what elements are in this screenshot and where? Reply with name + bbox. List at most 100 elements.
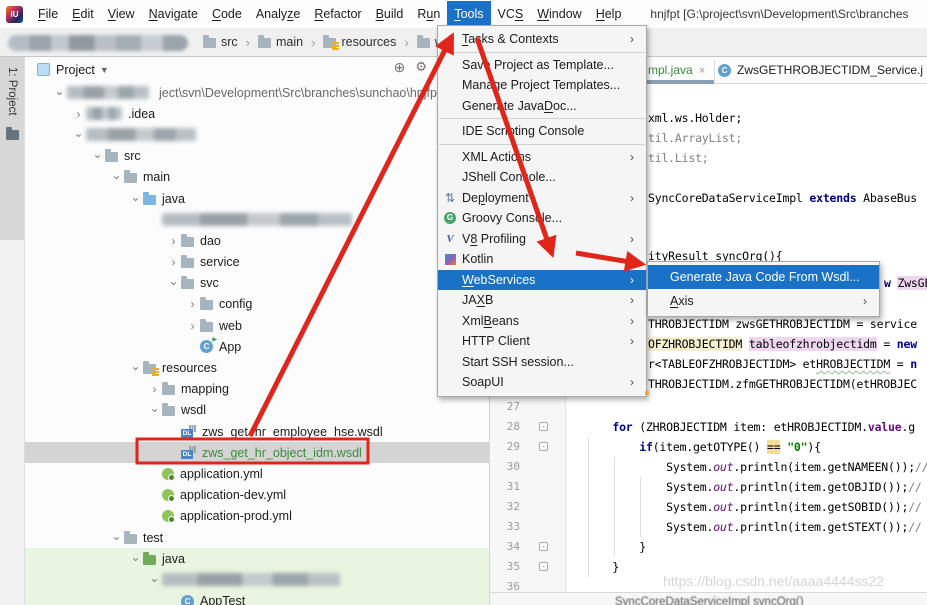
code-line: til.ArrayList; <box>648 128 917 148</box>
tree-item-main[interactable]: ⌄main <box>25 167 489 188</box>
menu-item-xmlbeans[interactable]: XmlBeans› <box>438 311 646 332</box>
tree-item-application.yml[interactable]: application.yml <box>25 463 489 484</box>
menu-item-v8-profiling[interactable]: VV8 Profiling› <box>438 229 646 250</box>
chevron-expanded-icon[interactable]: ⌄ <box>128 550 143 564</box>
submenu-item-generate-java-code-from-wsdl[interactable]: Generate Java Code From Wsdl... <box>648 265 879 289</box>
menubar-item-navigate[interactable]: Navigate <box>142 1 205 27</box>
menubar-item-build[interactable]: Build <box>369 1 411 27</box>
project-panel-title[interactable]: Project <box>56 63 95 77</box>
tree-item-zws_get_hr_object_idm.wsdl[interactable]: zws_get_hr_object_idm.wsdl <box>25 442 489 463</box>
tree-item-java[interactable]: ⌄java <box>25 188 489 209</box>
chevron-collapsed-icon[interactable]: › <box>71 107 86 121</box>
tree-item-zws_get_hr_employee_hse.wsdl[interactable]: zws_get_hr_employee_hse.wsdl <box>25 421 489 442</box>
menu-item-tasks-contexts[interactable]: Tasks & Contexts› <box>438 29 646 50</box>
tree-item-redacted[interactable]: ⌄ject\svn\Development\Src\branches\sunch… <box>25 82 489 103</box>
menu-item-webservices[interactable]: WebServices› <box>438 270 646 291</box>
menubar-item-vcs[interactable]: VCS <box>491 1 531 27</box>
tree-item-web[interactable]: ›web <box>25 315 489 336</box>
code-line-33: 33 System.out.println(item.getSTEXT());/… <box>490 517 927 537</box>
menu-item-jaxb[interactable]: JAXB› <box>438 290 646 311</box>
tree-item-dao[interactable]: ›dao <box>25 230 489 251</box>
editor-breadcrumb[interactable]: SyncCoreDataServiceImpl syncOrg() <box>615 596 804 605</box>
chevron-expanded-icon[interactable]: ⌄ <box>147 401 162 415</box>
tree-item-redacted[interactable] <box>25 209 489 230</box>
code-fold-icon[interactable]: - <box>539 562 548 571</box>
menu-item-save-project-as-template[interactable]: Save Project as Template... <box>438 55 646 76</box>
tree-item-service[interactable]: ›service <box>25 252 489 273</box>
chevron-expanded-icon[interactable]: ⌄ <box>128 359 143 373</box>
menubar-item-refactor[interactable]: Refactor <box>307 1 368 27</box>
breadcrumb-resources[interactable]: resources <box>323 35 396 49</box>
tree-item-redacted[interactable]: ⌄ <box>25 569 489 590</box>
tree-item-application-prod.yml[interactable]: application-prod.yml <box>25 506 489 527</box>
tree-item-label: AppTest <box>200 594 245 605</box>
tree-item-application-dev.yml[interactable]: application-dev.yml <box>25 485 489 506</box>
tree-item-mapping[interactable]: ›mapping <box>25 379 489 400</box>
menu-item-groovy-console[interactable]: Groovy Console... <box>438 208 646 229</box>
tree-item-.idea[interactable]: ›.idea <box>25 103 489 124</box>
menubar-item-window[interactable]: Window <box>530 1 588 27</box>
breadcrumb-main[interactable]: main <box>258 35 303 49</box>
chevron-collapsed-icon[interactable]: › <box>166 234 181 248</box>
menu-item-soapui[interactable]: SoapUI› <box>438 372 646 393</box>
tree-item-test[interactable]: ⌄test <box>25 527 489 548</box>
editor-tab-active[interactable]: mpl.java× <box>648 63 705 77</box>
code-fold-icon[interactable]: - <box>539 422 548 431</box>
code-fold-icon[interactable]: - <box>539 442 548 451</box>
chevron-expanded-icon[interactable]: ⌄ <box>52 84 67 98</box>
locate-icon[interactable]: ⊕ <box>394 59 406 76</box>
menu-item-jshell-console[interactable]: JShell Console... <box>438 167 646 188</box>
submenu-item-axis[interactable]: Axis› <box>648 289 879 313</box>
chevron-down-icon[interactable]: ▼ <box>100 65 109 75</box>
menu-item-xml-actions[interactable]: XML Actions› <box>438 147 646 168</box>
chevron-collapsed-icon[interactable]: › <box>166 255 181 269</box>
chevron-expanded-icon[interactable]: ⌄ <box>128 190 143 204</box>
editor-tab-inactive[interactable]: ZwsGETHROBJECTIDM_Service.j <box>737 63 923 77</box>
tree-item-label: zws_get_hr_employee_hse.wsdl <box>202 425 383 439</box>
tree-item-resources[interactable]: ⌄resources <box>25 357 489 378</box>
chevron-collapsed-icon[interactable]: › <box>185 297 200 311</box>
chevron-expanded-icon[interactable]: ⌄ <box>71 126 86 140</box>
menu-item-manage-project-templates[interactable]: Manage Project Templates... <box>438 75 646 96</box>
project-tool-window-button[interactable]: 1: Project <box>0 57 24 240</box>
menu-item-ide-scripting-console[interactable]: IDE Scripting Console <box>438 121 646 142</box>
chevron-expanded-icon[interactable]: ⌄ <box>109 529 124 543</box>
menu-item-deployment[interactable]: ⇅Deployment› <box>438 188 646 209</box>
tree-item-redacted[interactable]: ⌄ <box>25 124 489 145</box>
menubar-item-analyze[interactable]: Analyze <box>249 1 307 27</box>
code-line: THROBJECTIDM.zfmGETHROBJECTIDM(etHROBJEC <box>648 374 917 394</box>
breadcrumb-src[interactable]: src <box>203 35 238 49</box>
code-fold-icon[interactable]: - <box>539 542 548 551</box>
tree-item-svc[interactable]: ⌄svc <box>25 273 489 294</box>
tree-item-label: application-prod.yml <box>180 509 292 523</box>
menubar-item-tools[interactable]: Tools <box>447 1 490 27</box>
chevron-collapsed-icon[interactable]: › <box>185 319 200 333</box>
chevron-expanded-icon[interactable]: ⌄ <box>109 168 124 182</box>
tree-item-App[interactable]: App <box>25 336 489 357</box>
tree-item-java[interactable]: ⌄java <box>25 548 489 569</box>
chevron-expanded-icon[interactable]: ⌄ <box>147 571 162 585</box>
tree-item-wsdl[interactable]: ⌄wsdl <box>25 400 489 421</box>
menubar-item-edit[interactable]: Edit <box>65 1 101 27</box>
chevron-collapsed-icon[interactable]: › <box>147 382 162 396</box>
menu-item-start-ssh-session[interactable]: Start SSH session... <box>438 352 646 373</box>
tree-item-AppTest[interactable]: AppTest <box>25 591 489 605</box>
menubar-item-file[interactable]: File <box>31 1 65 27</box>
menubar-item-help[interactable]: Help <box>589 1 629 27</box>
code-line-32: 32 System.out.println(item.getSOBID());/… <box>490 497 927 517</box>
yaml-file-icon <box>162 510 174 522</box>
tree-item-config[interactable]: ›config <box>25 294 489 315</box>
menubar-item-code[interactable]: Code <box>205 1 249 27</box>
menu-item-http-client[interactable]: HTTP Client› <box>438 331 646 352</box>
menu-item-generate-javadoc[interactable]: Generate JavaDoc... <box>438 96 646 117</box>
chevron-expanded-icon[interactable]: ⌄ <box>166 274 181 288</box>
tab-close-icon[interactable]: × <box>699 65 705 77</box>
menubar-item-run[interactable]: Run <box>410 1 447 27</box>
submenu-arrow-icon: › <box>630 293 646 307</box>
menu-item-kotlin[interactable]: Kotlin› <box>438 249 646 270</box>
chevron-expanded-icon[interactable]: ⌄ <box>90 147 105 161</box>
menu-item-label: XML Actions <box>462 150 630 164</box>
tree-item-src[interactable]: ⌄src <box>25 146 489 167</box>
menubar-item-view[interactable]: View <box>101 1 142 27</box>
settings-gear-icon[interactable]: ⚙ <box>415 59 427 76</box>
